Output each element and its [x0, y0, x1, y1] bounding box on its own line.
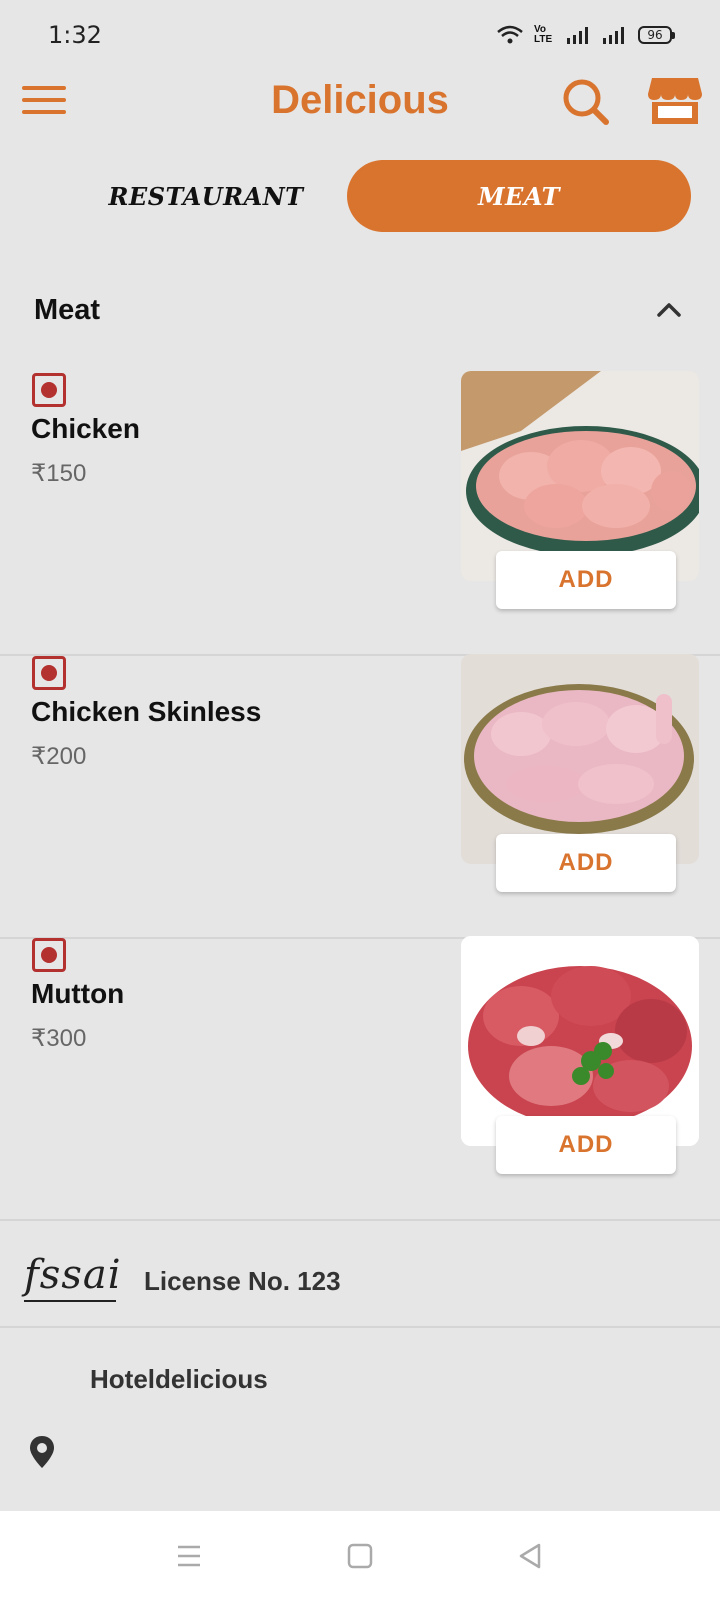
- network-type-label: Vo LTE: [534, 24, 553, 45]
- item-name: Mutton: [31, 978, 125, 1009]
- back-icon[interactable]: [515, 1541, 545, 1571]
- system-nav-bar: [0, 1511, 720, 1600]
- app-header: Delicious: [0, 70, 720, 136]
- hotel-name: Hoteldelicious: [90, 1364, 268, 1394]
- location-pin-icon[interactable]: [28, 1434, 56, 1470]
- section-header[interactable]: Meat: [34, 280, 684, 340]
- item-image: [461, 654, 699, 864]
- list-item: Mutton ₹300 ADD: [0, 936, 720, 1221]
- item-image: [461, 936, 699, 1146]
- signal-icon: [567, 27, 588, 44]
- list-item: Chicken Skinless ₹200 ADD: [0, 654, 720, 939]
- fssai-logo-underline: [24, 1300, 116, 1302]
- status-time: 1:32: [48, 21, 102, 49]
- tab-restaurant[interactable]: RESTAURANT: [34, 160, 378, 232]
- add-button[interactable]: ADD: [496, 1116, 676, 1174]
- add-button[interactable]: ADD: [496, 551, 676, 609]
- item-image: [461, 371, 699, 581]
- category-tabs: RESTAURANT MEAT: [34, 160, 691, 232]
- wifi-icon: [497, 25, 523, 44]
- item-name: Chicken: [31, 413, 140, 444]
- signal-icon-2: [603, 27, 624, 44]
- recent-apps-icon[interactable]: [174, 1541, 204, 1571]
- tab-meat[interactable]: MEAT: [347, 160, 691, 232]
- status-bar: 1:32 Vo LTE 96: [0, 0, 720, 70]
- search-icon[interactable]: [560, 76, 612, 128]
- store-icon[interactable]: [646, 74, 704, 126]
- battery-level: 96: [647, 28, 663, 42]
- add-button[interactable]: ADD: [496, 834, 676, 892]
- license-row: fssai License No. 123: [0, 1192, 720, 1328]
- fssai-logo: fssai: [24, 1252, 122, 1298]
- home-icon[interactable]: [345, 1541, 375, 1571]
- app-title: Delicious: [271, 78, 449, 122]
- item-name: Chicken Skinless: [31, 696, 262, 727]
- item-price: ₹150: [31, 460, 87, 487]
- status-icons: Vo LTE 96: [496, 24, 675, 45]
- license-number: License No. 123: [144, 1266, 341, 1296]
- list-item: Chicken ₹150 ADD: [0, 371, 720, 656]
- chevron-up-icon[interactable]: [654, 295, 684, 325]
- battery-icon: 96: [638, 26, 675, 44]
- item-price: ₹300: [31, 1025, 87, 1052]
- food-type-icon: [32, 656, 66, 690]
- item-price: ₹200: [31, 743, 87, 770]
- food-type-icon: [32, 373, 66, 407]
- food-type-icon: [32, 938, 66, 972]
- restaurant-info: Hoteldelicious: [0, 1330, 720, 1510]
- section-title: Meat: [34, 293, 101, 326]
